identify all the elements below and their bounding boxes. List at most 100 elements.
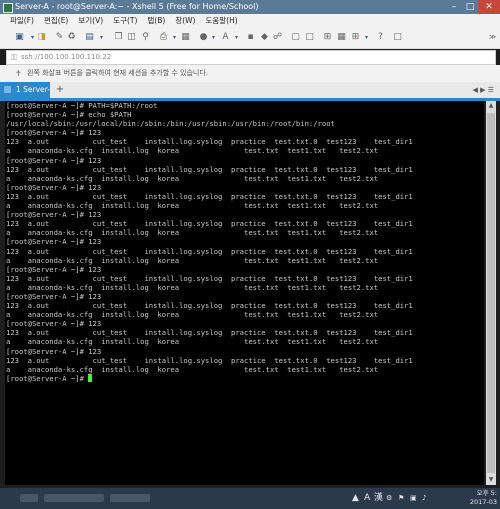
address-input[interactable]: ssh://100.100.100.110:22 — [21, 51, 111, 64]
menu-tab[interactable]: 탭(B) — [147, 16, 165, 25]
more-options-icon[interactable]: □ — [392, 32, 403, 43]
terminal-line: a anaconda-ks.cfg install.log korea test… — [6, 201, 379, 211]
disconnect-icon[interactable]: ♻ — [66, 32, 77, 43]
menu-window[interactable]: 창(W) — [175, 16, 195, 25]
terminal-line: a anaconda-ks.cfg install.log korea test… — [6, 173, 379, 183]
toolbar: ▣ ▾ ◨ ✎ ♻ ▤ ▾ ❐ ◫ ⚲ ⎙ ▾ ▦ ● ▾ A ▾ ▪ ◆ ☍ … — [0, 28, 500, 49]
clock-time: 오후 5: — [476, 489, 497, 497]
network-icon[interactable]: ▲ — [352, 493, 359, 503]
terminal-line: a anaconda-ks.cfg install.log korea test… — [6, 146, 379, 156]
monitor-icon[interactable]: ▣ — [410, 493, 417, 503]
terminal-line: [root@Server-A ~]# 123 — [6, 210, 102, 220]
properties-icon[interactable]: ▤ — [84, 32, 95, 43]
terminal-line: 123 a.out cut_test install.log.syslog pr… — [6, 137, 413, 147]
tab-list-icon[interactable]: ☰ — [488, 86, 494, 94]
terminal-line: [root@Server-A ~]# 123 — [6, 346, 102, 356]
flag-icon[interactable]: ⚑ — [398, 493, 404, 503]
maximize-button[interactable]: □ — [462, 0, 478, 14]
transfer-icon[interactable]: ▦ — [180, 32, 191, 43]
tab-next-icon[interactable]: ▶ — [480, 86, 485, 94]
clock-date: 2017-03 — [469, 498, 497, 506]
terminal-line: 123 a.out cut_test install.log.syslog pr… — [6, 164, 413, 174]
tab-server-a[interactable]: 1 Server-A — [0, 82, 50, 110]
session-tab-icon — [4, 86, 11, 93]
terminal-line: a anaconda-ks.cfg install.log korea test… — [6, 228, 379, 238]
terminal-line: [root@Server-A ~]# — [6, 373, 89, 383]
open-folder-icon[interactable]: ◨ — [36, 32, 47, 43]
new-session-icon[interactable]: ▣ — [14, 32, 25, 43]
info-bar: ✝ 왼쪽 화살표 버튼을 클릭하여 현재 세션을 추가할 수 있습니다. — [0, 65, 500, 82]
terminal-line: [root@Server-A ~]# 123 — [6, 264, 102, 274]
volume-icon[interactable]: ♪ — [422, 493, 426, 503]
find-icon[interactable]: ⚲ — [140, 32, 151, 43]
add-icon[interactable]: ⊞ — [350, 32, 361, 43]
terminal-line: /usr/local/sbin:/usr/local/bin:/sbin:/bi… — [6, 119, 335, 129]
print-icon[interactable]: ⎙ — [158, 32, 169, 43]
menu-tools[interactable]: 도구(T) — [113, 16, 137, 25]
compose-icon[interactable]: ⊞ — [322, 32, 333, 43]
session-lock-icon: ⚿ — [11, 53, 18, 62]
terminal-line: [root@Server-A ~]# 123 — [6, 291, 102, 301]
taskbar-clock[interactable]: 오후 5: 2017-03 — [470, 489, 497, 507]
dropdown-icon[interactable]: ▾ — [361, 32, 372, 43]
taskbar-item[interactable] — [110, 494, 150, 502]
window-title-bar[interactable]: Server-A - root@Server-A:~ - Xshell 5 (F… — [0, 0, 500, 14]
window-title: Server-A - root@Server-A:~ - Xshell 5 (F… — [15, 2, 259, 11]
menu-file[interactable]: 파일(F) — [10, 16, 34, 25]
tab-prev-icon[interactable]: ◀ — [472, 86, 477, 94]
dropdown-icon[interactable]: ▾ — [231, 32, 242, 43]
terminal-line: a anaconda-ks.cfg install.log korea test… — [6, 255, 379, 265]
close-button[interactable]: ✕ — [478, 0, 500, 14]
terminal-line: [root@Server-A ~]# PATH=$PATH:/root — [6, 101, 158, 110]
copy-icon[interactable]: ❐ — [113, 32, 124, 43]
address-bar[interactable]: ⚿ ssh://100.100.100.110:22 — [6, 50, 496, 65]
help-icon[interactable]: ? — [375, 32, 386, 43]
scroll-up-icon[interactable]: ▲ — [486, 101, 496, 111]
terminal-line: [root@Server-A ~]# echo $PATH — [6, 110, 132, 120]
toolbar-overflow-icon[interactable]: ≫ — [487, 32, 498, 43]
menu-edit[interactable]: 편집(E) — [44, 16, 68, 25]
terminal-line: 123 a.out cut_test install.log.syslog pr… — [6, 246, 413, 256]
tab-navigation: ◀ ▶ ☰ — [472, 82, 494, 98]
font-icon[interactable]: A — [220, 32, 231, 43]
terminal-output: [root@Server-A ~]# PATH=$PATH:/root [roo… — [5, 101, 484, 383]
terminal-cursor — [88, 373, 93, 382]
terminal-area[interactable]: [root@Server-A ~]# PATH=$PATH:/root [roo… — [5, 101, 484, 485]
fullscreen-icon[interactable]: □ — [304, 32, 315, 43]
xshell-app-icon[interactable] — [3, 3, 13, 13]
dropdown-icon[interactable]: ▾ — [169, 32, 180, 43]
scroll-thumb[interactable] — [487, 113, 495, 473]
new-tab-button[interactable]: + — [54, 82, 66, 98]
terminal-line: a anaconda-ks.cfg install.log korea test… — [6, 310, 379, 320]
terminal-line: 123 a.out cut_test install.log.syslog pr… — [6, 273, 413, 283]
terminal-line: 123 a.out cut_test install.log.syslog pr… — [6, 219, 413, 229]
taskbar-item[interactable] — [44, 494, 104, 502]
menu-help[interactable]: 도움말(H) — [205, 16, 237, 25]
terminal-line: a anaconda-ks.cfg install.log korea test… — [6, 364, 379, 374]
paste-icon[interactable]: ◫ — [126, 32, 137, 43]
menu-view[interactable]: 보기(V) — [78, 16, 103, 25]
scroll-down-icon[interactable]: ▼ — [486, 475, 496, 485]
dropdown-icon[interactable]: ▾ — [208, 32, 219, 43]
terminal-line: [root@Server-A ~]# 123 — [6, 155, 102, 165]
lock-icon[interactable]: ▢ — [290, 32, 301, 43]
reconnect-icon[interactable]: ✎ — [54, 32, 65, 43]
settings-icon[interactable]: ⚙ — [386, 493, 392, 503]
ime-hanja-icon[interactable]: 漢 — [374, 493, 383, 503]
terminal-line: a anaconda-ks.cfg install.log korea test… — [6, 282, 379, 292]
terminal-line: [root@Server-A ~]# 123 — [6, 128, 102, 138]
terminal-line: 123 a.out cut_test install.log.syslog pr… — [6, 355, 413, 365]
tunnel-icon[interactable]: ☍ — [272, 32, 283, 43]
minimize-button[interactable]: – — [446, 0, 462, 14]
layout-icon[interactable]: ▦ — [336, 32, 347, 43]
pin-icon[interactable]: ✝ — [15, 65, 22, 82]
terminal-scrollbar[interactable]: ▲ ▼ — [486, 101, 496, 485]
menu-bar: 파일(F) 편집(E) 보기(V) 도구(T) 탭(B) 창(W) 도움말(H) — [0, 14, 500, 28]
taskbar-item[interactable] — [20, 494, 38, 502]
script-icon[interactable]: ▪ — [245, 32, 256, 43]
xftp-icon[interactable]: ◆ — [259, 32, 270, 43]
terminal-line: 123 a.out cut_test install.log.syslog pr… — [6, 328, 413, 338]
ime-mode-icon[interactable]: A — [364, 493, 370, 503]
dropdown-icon[interactable]: ▾ — [96, 32, 107, 43]
tab-bar: 1 Server-A + ◀ ▶ ☰ — [0, 82, 500, 110]
